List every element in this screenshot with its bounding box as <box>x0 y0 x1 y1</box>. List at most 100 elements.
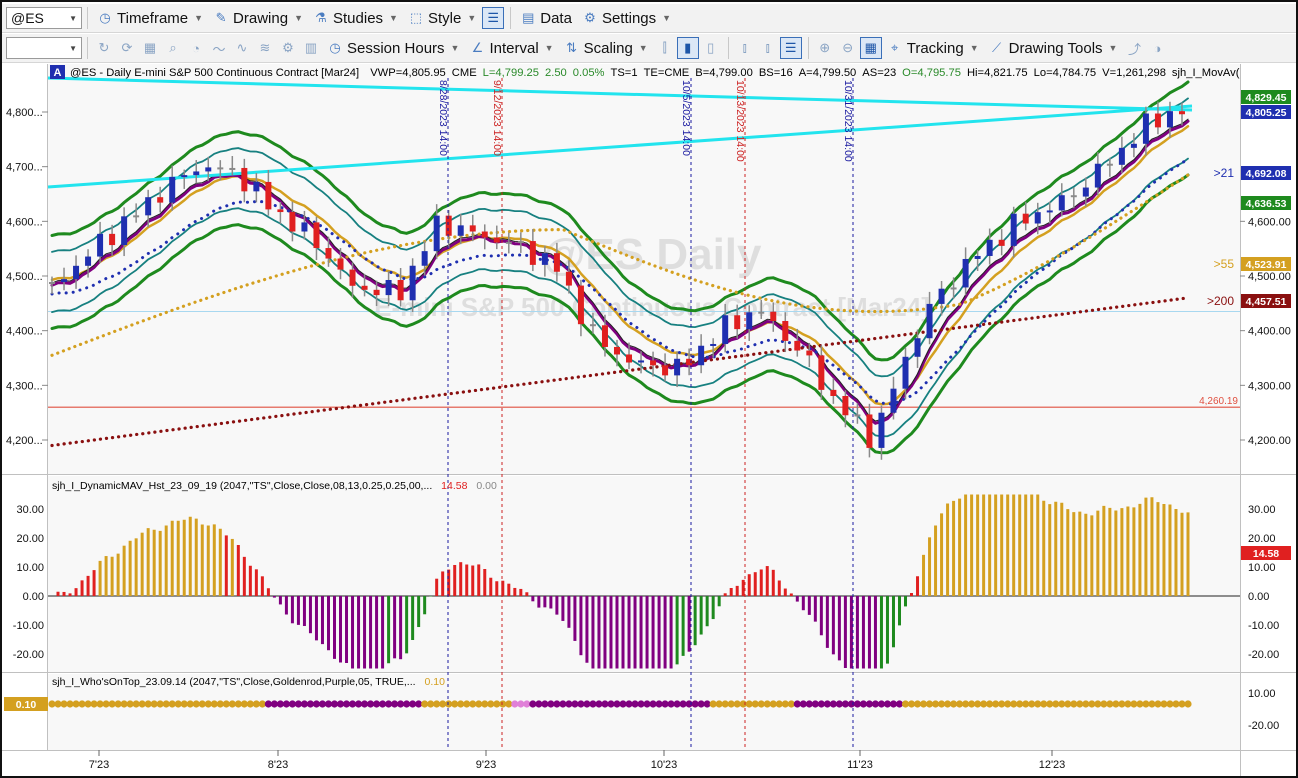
candle-body <box>734 315 741 330</box>
data-icon: ▤ <box>522 10 535 25</box>
timeframe-label: Timeframe <box>117 9 189 27</box>
trading-app-window: @ES ▼ ◷ Timeframe ▼ ✎ Drawing ▼ ⚗ Studie… <box>0 0 1298 778</box>
candle-body <box>890 388 897 413</box>
candle-body <box>277 209 284 213</box>
gauge-icon[interactable]: ◔ <box>185 37 207 59</box>
symbol-input[interactable]: @ES ▼ <box>6 7 82 29</box>
toolbar-divider <box>87 7 88 29</box>
settings-menu[interactable]: ⚙ Settings ▼ <box>578 6 675 30</box>
price-chart[interactable]: @ES Daily E-mini S&P 500 Continuous Cont… <box>2 64 1298 778</box>
hist-right-tick-label: -20.00 <box>1248 649 1279 661</box>
chevron-down-icon[interactable]: ▼ <box>69 44 77 53</box>
interval-input[interactable]: ▼ <box>6 37 82 59</box>
candle-body <box>541 253 548 265</box>
candle-body <box>205 167 212 172</box>
trend-chart-icon[interactable]: ⤴ <box>1123 37 1145 59</box>
candle-body <box>962 258 969 288</box>
zoom-search-icon[interactable]: ⌕ <box>162 37 184 59</box>
chevron-down-icon: ▼ <box>294 13 303 23</box>
zoom-out-icon[interactable]: ⊖ <box>837 37 859 59</box>
ma-label: >21 <box>1214 166 1235 180</box>
studies-menu[interactable]: ⚗ Studies ▼ <box>309 6 402 30</box>
candle-body <box>974 255 981 259</box>
style-menu[interactable]: ⬚ Style ▼ <box>404 6 480 30</box>
candle-body <box>313 222 320 249</box>
candle-body <box>517 241 524 244</box>
timeframe-menu[interactable]: ◷ Timeframe ▼ <box>93 6 207 30</box>
candle-body <box>1022 213 1029 224</box>
session-hours-menu[interactable]: ◷ Session Hours ▼ <box>323 36 463 60</box>
header-stat: TS=1 <box>611 67 638 79</box>
price-tick-label: 4,400... <box>6 326 43 338</box>
header-stat: L=4,799.25 <box>483 67 539 79</box>
date-marker-label: 9/12/2023 14:00 <box>491 80 503 156</box>
candle-body <box>710 343 717 346</box>
hist-right-tick-label: 10.00 <box>1248 562 1276 574</box>
candle-body <box>818 355 825 390</box>
hist-right-tick-label: 20.00 <box>1248 533 1276 545</box>
candle-body <box>830 389 837 396</box>
hist-current-label: 14.58 <box>1253 548 1279 560</box>
candle-body <box>301 222 308 232</box>
data-menu[interactable]: ▤ Data <box>516 6 576 30</box>
expand-icon[interactable]: ⫾ <box>757 37 779 59</box>
layers-icon[interactable]: ≋ <box>254 37 276 59</box>
candle-body <box>1142 113 1149 144</box>
candle-body <box>938 288 945 304</box>
header-stat: AS=23 <box>862 67 896 79</box>
wave-icon[interactable]: ∿ <box>231 37 253 59</box>
drawing-tools-label: Drawing Tools <box>1008 39 1103 57</box>
tracking-menu[interactable]: ⌖ Tracking ▼ <box>883 36 983 60</box>
hist-right-tick-label: 30.00 <box>1248 504 1276 516</box>
time-tick-label: 10'23 <box>651 759 678 771</box>
header-stat: A=4,799.50 <box>799 67 857 79</box>
whos-on-top-dot <box>1184 700 1192 708</box>
hist-right-tick-label: -10.00 <box>1248 620 1279 632</box>
hist-right-tick-label: 0.00 <box>1248 591 1269 603</box>
chart-header: @ES - Daily E-mini S&P 500 Continuous Co… <box>70 67 1240 79</box>
chevron-down-icon[interactable]: ▼ <box>69 14 77 23</box>
gear-icon: ⚙ <box>584 10 596 25</box>
sync-icon[interactable]: ⟳ <box>116 37 138 59</box>
grid-icon[interactable]: ▦ <box>139 37 161 59</box>
table-icon[interactable]: ▥ <box>300 37 322 59</box>
cursor-grid-icon[interactable]: ▦ <box>859 37 882 59</box>
header-stat: TE=CME <box>644 67 690 79</box>
gear-small-icon[interactable]: ⚙ <box>277 37 299 59</box>
refresh-icon[interactable]: ↻ <box>93 37 115 59</box>
session-hours-label: Session Hours <box>347 39 445 57</box>
interval-icon: ∠ <box>471 40 484 55</box>
header-stat: Hi=4,821.75 <box>967 67 1028 79</box>
price-label: 4,457.51 <box>1246 296 1287 308</box>
overlay-icon[interactable]: ◑ <box>1146 37 1168 59</box>
candle-body <box>565 271 572 286</box>
wot-right-tick-label: -20.00 <box>1248 720 1279 732</box>
ruler-icon: ⟋ <box>992 40 1002 55</box>
scaling-menu[interactable]: ⇅ Scaling ▼ <box>560 36 652 60</box>
price-tick-label: 4,500... <box>6 271 43 283</box>
whos-on-top-value: 0.10 <box>424 676 445 688</box>
price-label: 4,829.45 <box>1246 92 1287 104</box>
histogram-title: sjh_I_DynamicMAV_Hst_23_09_19 (2047,"TS"… <box>52 480 432 492</box>
candle-body <box>1178 111 1185 115</box>
candle-body <box>157 197 164 203</box>
pen-icon: ✎ <box>215 10 227 25</box>
bar-chart-icon[interactable]: ⫿ <box>654 37 676 59</box>
candle-body <box>722 315 729 344</box>
right-tick-label: 4,600.00 <box>1248 216 1291 228</box>
interval-menu[interactable]: ∠ Interval ▼ <box>465 36 557 60</box>
candle-body <box>193 171 200 176</box>
hollow-candle-icon[interactable]: ▯ <box>700 37 722 59</box>
layout-toggle-button[interactable]: ☰ <box>482 7 505 29</box>
candle-body <box>469 225 476 232</box>
line-chart-icon[interactable]: 〜 <box>208 37 230 59</box>
compress-icon[interactable]: ⫾ <box>734 37 756 59</box>
drawing-menu[interactable]: ✎ Drawing ▼ <box>209 6 307 30</box>
panel-toggle-icon[interactable]: ☰ <box>779 37 802 59</box>
zoom-in-icon[interactable]: ⊕ <box>814 37 836 59</box>
drawing-tools-menu[interactable]: ⟋ Drawing Tools ▼ <box>985 36 1122 60</box>
studies-label: Studies <box>333 9 384 27</box>
candlestick-icon[interactable]: ▮ <box>676 37 699 59</box>
chevron-down-icon: ▼ <box>969 43 979 53</box>
header-stat: 0.05% <box>573 67 605 79</box>
